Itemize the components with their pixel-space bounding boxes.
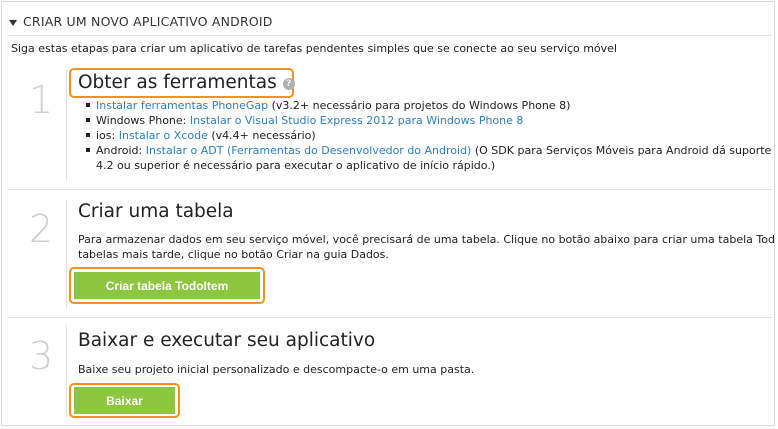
collapse-triangle-icon[interactable] xyxy=(9,19,17,26)
create-app-panel: CRIAR UM NOVO APLICATIVO ANDROID Siga es… xyxy=(1,1,775,426)
step-number-2: 2 xyxy=(29,207,54,251)
step-divider xyxy=(8,317,772,318)
item-suffix: (v3.2+ necessário para projetos do Windo… xyxy=(268,99,571,112)
step-number-3: 3 xyxy=(29,334,54,378)
step-1-title-text: Obter as ferramentas xyxy=(78,72,277,93)
tools-list: Instalar ferramentas PhoneGap (v3.2+ nec… xyxy=(86,98,774,173)
xcode-link[interactable]: Instalar o Xcode xyxy=(119,129,208,142)
step-2-description: Para armazenar dados em seu serviço móve… xyxy=(78,232,775,262)
list-item: Android: Instalar o ADT (Ferramentas do … xyxy=(86,143,774,158)
phonegap-link[interactable]: Instalar ferramentas PhoneGap xyxy=(96,99,268,112)
help-icon[interactable]: ? xyxy=(282,78,295,90)
create-todoitem-table-button[interactable]: Criar tabela TodoItem xyxy=(74,272,260,299)
item-prefix: Windows Phone: xyxy=(96,114,190,127)
item-prefix: ios: xyxy=(96,129,119,142)
step-2-title: Criar uma tabela xyxy=(78,201,234,222)
download-button[interactable]: Baixar xyxy=(74,387,175,414)
step-divider xyxy=(8,189,772,190)
section-header[interactable]: CRIAR UM NOVO APLICATIVO ANDROID xyxy=(9,14,273,29)
step-number-1: 1 xyxy=(29,78,54,122)
section-title: CRIAR UM NOVO APLICATIVO ANDROID xyxy=(23,14,273,29)
item-suffix: (v4.4+ necessário) xyxy=(207,129,316,142)
description-line: tabelas mais tarde, clique no botão Cria… xyxy=(78,248,389,261)
list-item: ios: Instalar o Xcode (v4.4+ necessário) xyxy=(86,128,774,143)
step-3-divider xyxy=(66,325,67,417)
item-prefix: Android: xyxy=(96,144,146,157)
step-2-divider xyxy=(66,200,67,308)
step-3-description: Baixe seu projeto inicial personalizado … xyxy=(78,363,475,376)
header-divider xyxy=(8,35,772,36)
list-item: Windows Phone: Instalar o Visual Studio … xyxy=(86,113,774,128)
list-item: Instalar ferramentas PhoneGap (v3.2+ nec… xyxy=(86,98,774,113)
description-line: Para armazenar dados em seu serviço móve… xyxy=(78,233,775,246)
step-1-title: Obter as ferramentas? xyxy=(78,72,295,93)
step-1-divider xyxy=(66,70,67,180)
list-continuation: 4.2 ou superior é necessário para execut… xyxy=(96,159,496,172)
item-suffix: (O SDK para Serviços Móveis para Android… xyxy=(474,144,774,157)
intro-text: Siga estas etapas para criar um aplicati… xyxy=(11,42,617,55)
step-3-title: Baixar e executar seu aplicativo xyxy=(78,330,376,351)
visual-studio-link[interactable]: Instalar o Visual Studio Express 2012 pa… xyxy=(190,114,524,127)
adt-link[interactable]: Instalar o ADT (Ferramentas do Desenvolv… xyxy=(146,144,472,157)
